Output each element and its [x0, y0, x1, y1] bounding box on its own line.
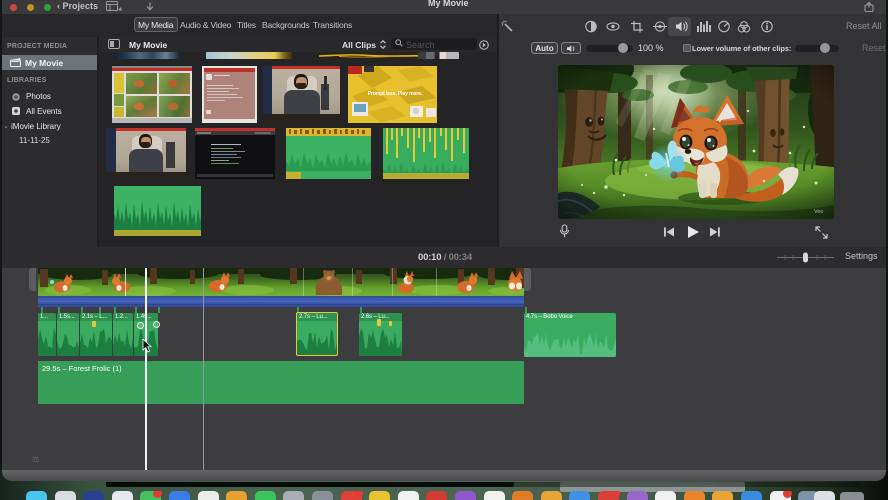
svg-text:Veo: Veo: [814, 209, 823, 215]
